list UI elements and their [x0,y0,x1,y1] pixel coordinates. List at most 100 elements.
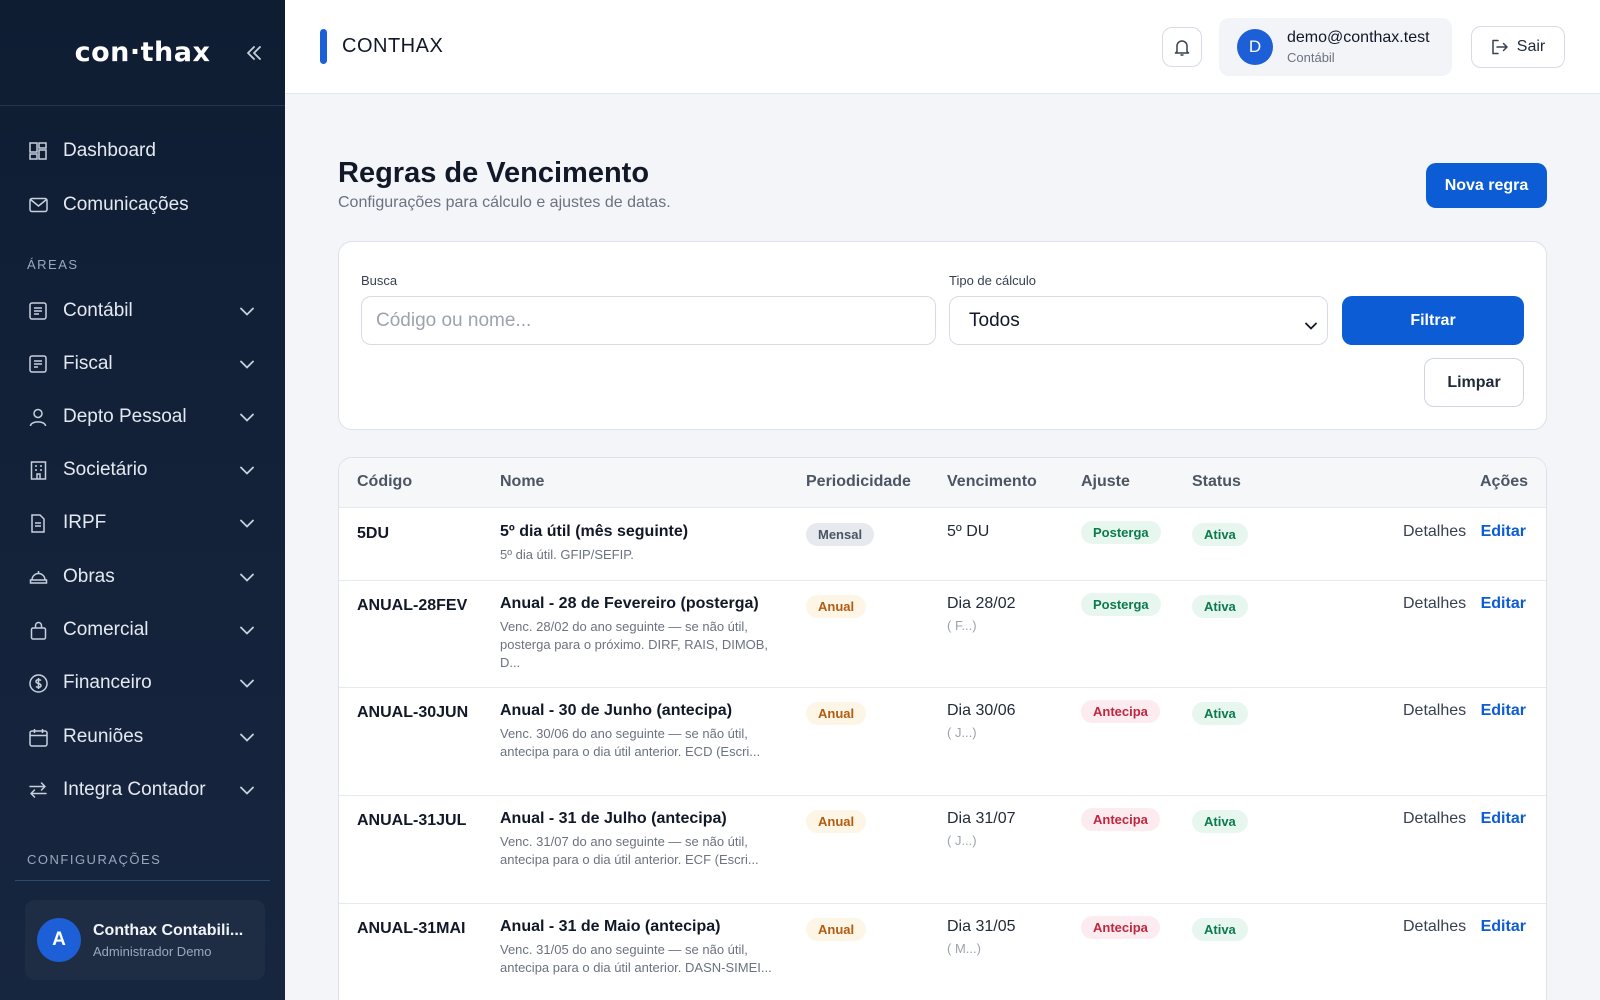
period-badge: Anual [806,810,867,833]
sidebar-item-fiscal[interactable]: Fiscal [0,342,285,386]
col-ajuste: Ajuste [1081,473,1130,490]
period-cell: Anual [806,810,867,833]
venc-cell: Dia 28/02 ( F...) [947,595,1016,633]
sidebar-item-comunicacoes[interactable]: Comunicações [0,183,285,227]
sidebar-item-comercial[interactable]: Comercial [0,608,285,652]
bell-icon [1174,39,1190,56]
rule-description: Venc. 28/02 do ano seguinte — se não úti… [500,619,769,670]
edit-link[interactable]: Editar [1481,810,1526,827]
rule-name: Anual - 31 de Julho (antecipa) [500,810,727,827]
venc-extra: ( M...) [947,941,981,956]
details-link[interactable]: Detalhes [1403,810,1466,827]
venc-extra: ( F...) [947,618,977,633]
edit-link[interactable]: Editar [1481,702,1526,719]
status-cell: Ativa [1192,810,1248,833]
sidebar-item-label: Reuniões [63,726,144,747]
period-cell: Anual [806,918,867,941]
venc-extra: ( J...) [947,725,977,740]
rule-code: 5DU [357,525,390,542]
edit-link[interactable]: Editar [1481,595,1526,612]
app-logo[interactable]: con·thax [75,37,211,68]
status-badge: Ativa [1192,810,1248,833]
col-status: Status [1192,473,1241,490]
sidebar-item-depto-pessoal[interactable]: Depto Pessoal [0,395,285,439]
sidebar-item-dashboard[interactable]: Dashboard [0,129,285,173]
sidebar-item-financeiro[interactable]: Financeiro [0,661,285,705]
topbar-title: CONTHAX [342,35,444,57]
venc-value: Dia 31/07 [947,810,1016,827]
details-link[interactable]: Detalhes [1403,523,1466,540]
details-link[interactable]: Detalhes [1403,702,1466,719]
sidebar-item-reunioes[interactable]: Reuniões [0,715,285,759]
edit-link[interactable]: Editar [1481,523,1526,540]
status-badge: Ativa [1192,702,1248,725]
venc-cell: 5º DU [947,523,989,541]
sidebar-item-label: Fiscal [63,353,113,374]
calc-type-select[interactable]: Todos [949,296,1328,345]
actions-cell: Detalhes Editar [1403,595,1526,613]
topbar: CONTHAX D demo@conthax.test Contábil Sai… [285,0,1600,94]
rule-description: 5º dia útil. GFIP/SEFIP. [500,547,634,562]
logout-button[interactable]: Sair [1471,26,1565,68]
edit-link[interactable]: Editar [1481,918,1526,935]
details-link[interactable]: Detalhes [1403,595,1466,612]
chevron-down-icon [239,303,255,319]
period-cell: Mensal [806,523,875,546]
status-cell: Ativa [1192,702,1248,725]
adjust-badge: Antecipa [1081,916,1160,939]
col-codigo: Código [357,473,413,490]
sidebar-item-contabil[interactable]: Contábil [0,289,285,333]
document-icon [28,513,48,533]
new-rule-button[interactable]: Nova regra [1426,163,1547,208]
avatar: D [1237,29,1273,65]
period-badge: Mensal [806,523,875,546]
bag-icon [28,620,48,640]
dashboard-icon [28,141,48,161]
sidebar-item-irpf[interactable]: IRPF [0,501,285,545]
col-acoes: Ações [1480,473,1529,490]
sidebar-item-label: Depto Pessoal [63,406,187,427]
rule-description: Venc. 30/06 do ano seguinte — se não úti… [500,726,761,759]
sidebar-item-label: Financeiro [63,672,152,693]
sidebar-item-integra-contador[interactable]: Integra Contador [0,768,285,812]
period-badge: Anual [806,702,867,725]
sidebar-item-label: Integra Contador [63,779,206,800]
details-link[interactable]: Detalhes [1403,918,1466,935]
adjust-cell: Antecipa [1081,916,1160,939]
adjust-cell: Antecipa [1081,700,1160,723]
collapse-sidebar-button[interactable] [239,38,269,68]
account-role: Contábil [1287,50,1335,65]
user-role: Administrador Demo [93,943,212,959]
sidebar-item-label: IRPF [63,512,107,533]
notifications-button[interactable] [1162,27,1202,67]
user-name: Conthax Contabili... [93,921,244,939]
building-icon [28,460,48,480]
period-cell: Anual [806,595,867,618]
status-cell: Ativa [1192,523,1248,546]
table-row: ANUAL-31JUL Anual - 31 de Julho (antecip… [339,796,1546,904]
status-badge: Ativa [1192,523,1248,546]
chevron-down-icon [239,409,255,425]
sidebar-item-label: Contábil [63,300,133,321]
sidebar-item-obras[interactable]: Obras [0,555,285,599]
calc-type-value: Todos [969,309,1020,331]
filter-button[interactable]: Filtrar [1342,296,1524,345]
clear-button[interactable]: Limpar [1424,358,1524,407]
sidebar-item-societario[interactable]: Societário [0,448,285,492]
rule-description: Venc. 31/05 do ano seguinte — se não úti… [500,942,772,975]
adjust-badge: Posterga [1081,521,1161,544]
chevron-down-icon [239,569,255,585]
search-input[interactable] [361,296,936,345]
account-menu[interactable]: D demo@conthax.test Contábil [1219,18,1452,76]
rules-table: Código Nome Periodicidade Vencimento Aju… [338,457,1547,1000]
actions-cell: Detalhes Editar [1403,702,1526,720]
venc-value: Dia 30/06 [947,702,1016,719]
rule-name: Anual - 28 de Fevereiro (posterga) [500,595,759,612]
chevron-down-icon [239,462,255,478]
avatar: A [37,918,81,962]
table-row: ANUAL-30JUN Anual - 30 de Junho (antecip… [339,688,1546,796]
mail-icon [28,195,48,215]
chevron-down-icon [239,675,255,691]
sidebar-user-card[interactable]: A Conthax Contabili... Administrador Dem… [25,900,265,980]
title-accent-bar [320,29,327,64]
